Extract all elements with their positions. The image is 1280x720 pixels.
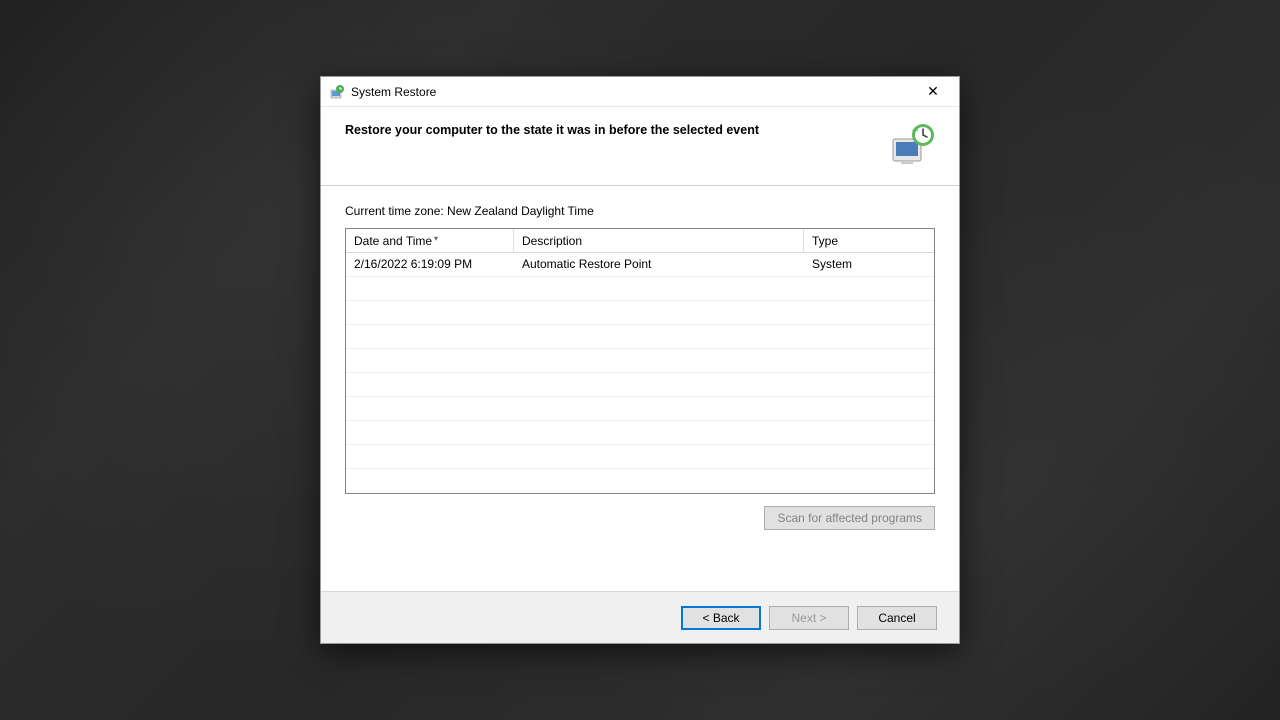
empty-row xyxy=(346,397,934,421)
cell-date: 2/16/2022 6:19:09 PM xyxy=(346,253,514,276)
empty-row xyxy=(346,373,934,397)
column-header-description[interactable]: Description xyxy=(514,229,804,252)
empty-row xyxy=(346,349,934,373)
restore-points-table[interactable]: Date and Time ▾ Description Type 2/16/20… xyxy=(345,228,935,494)
next-button: Next > xyxy=(769,606,849,630)
system-restore-icon xyxy=(329,84,345,100)
sort-descending-icon: ▾ xyxy=(434,234,438,243)
page-title: Restore your computer to the state it wa… xyxy=(345,121,759,137)
empty-row xyxy=(346,325,934,349)
window-title: System Restore xyxy=(351,85,913,99)
table-row[interactable]: 2/16/2022 6:19:09 PM Automatic Restore P… xyxy=(346,253,934,277)
system-restore-dialog: System Restore ✕ Restore your computer t… xyxy=(320,76,960,644)
wizard-footer: < Back Next > Cancel xyxy=(321,591,959,643)
column-header-date[interactable]: Date and Time ▾ xyxy=(346,229,514,252)
cell-description: Automatic Restore Point xyxy=(514,253,804,276)
scan-section: Scan for affected programs xyxy=(345,494,935,530)
titlebar: System Restore ✕ xyxy=(321,77,959,107)
empty-row xyxy=(346,445,934,469)
wizard-header: Restore your computer to the state it wa… xyxy=(321,107,959,186)
empty-row xyxy=(346,277,934,301)
empty-row xyxy=(346,421,934,445)
table-body: 2/16/2022 6:19:09 PM Automatic Restore P… xyxy=(346,253,934,493)
close-icon: ✕ xyxy=(927,83,939,100)
back-button[interactable]: < Back xyxy=(681,606,761,630)
close-button[interactable]: ✕ xyxy=(913,79,953,105)
restore-banner-icon xyxy=(889,121,935,167)
cell-type: System xyxy=(804,253,924,276)
scan-affected-programs-button: Scan for affected programs xyxy=(764,506,935,530)
empty-row xyxy=(346,301,934,325)
column-header-type[interactable]: Type xyxy=(804,229,924,252)
cancel-button[interactable]: Cancel xyxy=(857,606,937,630)
timezone-label: Current time zone: New Zealand Daylight … xyxy=(345,204,935,218)
table-header: Date and Time ▾ Description Type xyxy=(346,229,934,253)
content-area: Current time zone: New Zealand Daylight … xyxy=(321,186,959,591)
